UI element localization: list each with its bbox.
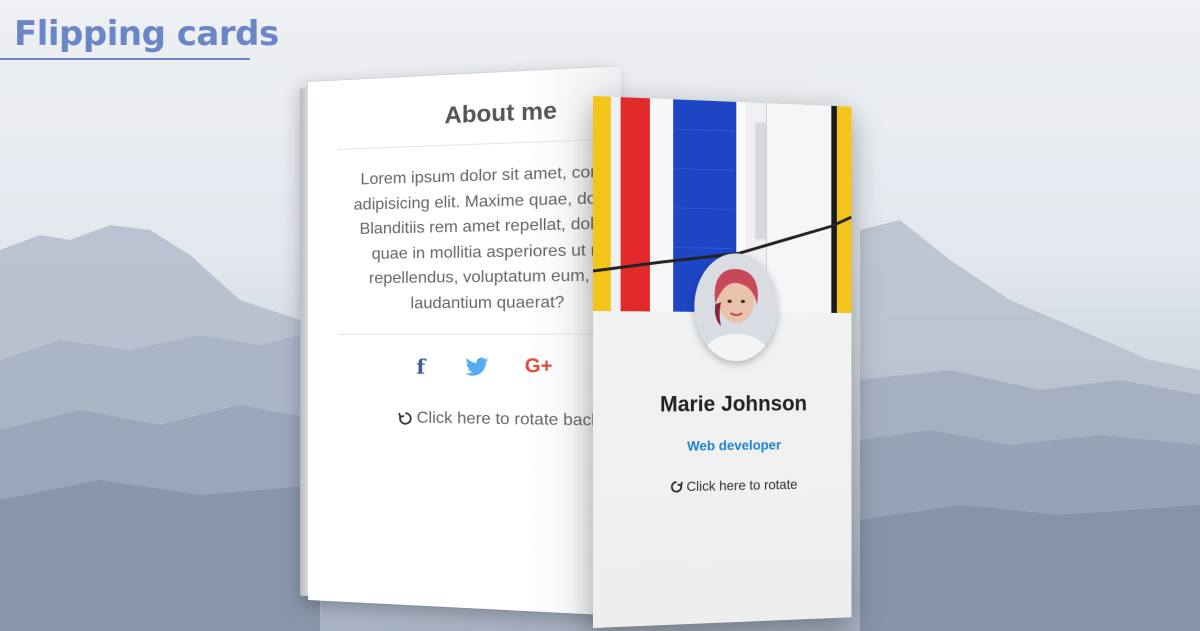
title-underline bbox=[0, 58, 250, 60]
twitter-icon[interactable] bbox=[464, 354, 489, 379]
facebook-icon[interactable]: f bbox=[408, 354, 433, 379]
rotate-back-icon bbox=[398, 411, 412, 425]
divider bbox=[338, 138, 633, 150]
rotate-icon bbox=[670, 480, 683, 493]
rotate-button[interactable]: Click here to rotate bbox=[593, 475, 851, 496]
avatar bbox=[694, 253, 777, 361]
rotate-label: Click here to rotate bbox=[686, 476, 797, 494]
profile-card: Marie Johnson Web developer Click here t… bbox=[593, 96, 851, 628]
rotate-back-button[interactable]: Click here to rotate back bbox=[398, 409, 600, 431]
rotate-back-label: Click here to rotate back bbox=[417, 409, 600, 430]
profile-role: Web developer bbox=[593, 436, 851, 455]
page-title: Flipping cards bbox=[14, 14, 279, 54]
about-card: About me Lorem ipsum dolor sit amet, con… bbox=[308, 66, 622, 616]
google-plus-icon[interactable]: G+ bbox=[521, 355, 555, 380]
divider bbox=[338, 334, 633, 335]
social-links: f G+ in bbox=[408, 354, 615, 380]
profile-name: Marie Johnson bbox=[593, 391, 851, 418]
